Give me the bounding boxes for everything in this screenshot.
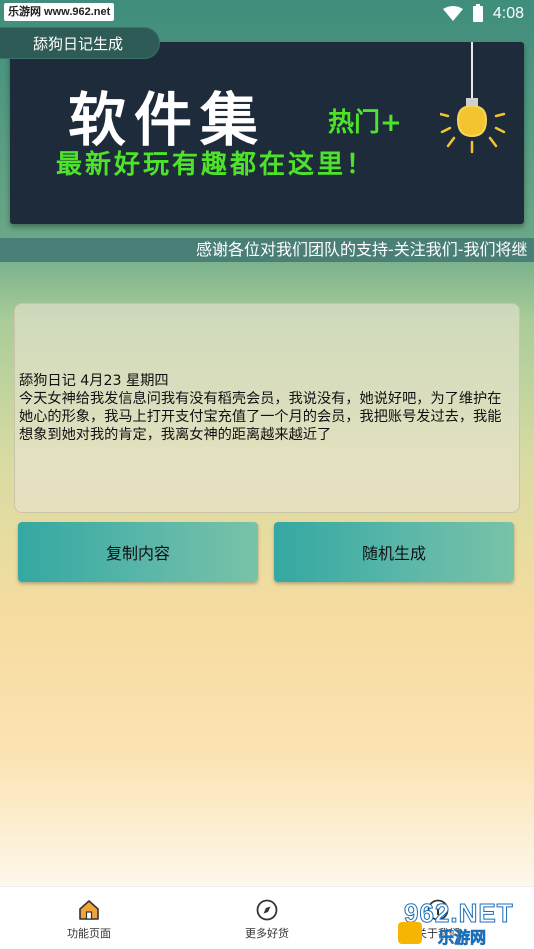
copy-content-button[interactable]: 复制内容 <box>18 522 258 582</box>
watermark-top-text: 乐游网 www.962.net <box>4 3 115 21</box>
marquee-text: 感谢各位对我们团队的支持-关注我们-我们将继 <box>196 240 528 259</box>
random-generate-button[interactable]: 随机生成 <box>274 522 514 582</box>
diary-text: 舔狗日记 4月23 星期四 今天女神给我发信息问我有没有稻壳会员，我说没有，她说… <box>19 373 502 443</box>
watermark-sub-text: 乐游网 <box>438 928 487 948</box>
watermark-bottom: 962.NET 乐游网 <box>394 894 530 948</box>
battery-icon <box>472 4 483 22</box>
diary-text-box[interactable]: 舔狗日记 4月23 星期四 今天女神给我发信息问我有没有稻壳会员，我说没有，她说… <box>14 303 520 513</box>
nav-label-function-page: 功能页面 <box>67 927 111 940</box>
nav-item-more-goods[interactable]: 更多好货 <box>207 887 327 949</box>
home-icon <box>79 900 99 920</box>
banner-title: 软件集 <box>68 86 267 154</box>
wifi-icon <box>442 6 463 22</box>
status-time: 4:08 <box>492 5 524 22</box>
banner-hot-label: 热门+ <box>328 108 402 138</box>
marquee-strip: 感谢各位对我们团队的支持-关注我们-我们将继 <box>0 238 534 262</box>
app-title: 舔狗日记生成 <box>0 27 160 59</box>
status-bar: 乐游网 www.962.net 4:08 <box>0 0 534 28</box>
promo-banner[interactable]: 软件集 热门+ 最新好玩有趣都在这里！ <box>10 42 524 224</box>
nav-label-more-goods: 更多好货 <box>245 927 289 940</box>
nav-item-function-page[interactable]: 功能页面 <box>29 887 149 949</box>
watermark-logo-icon <box>398 922 422 944</box>
banner-subtitle: 最新好玩有趣都在这里！ <box>56 150 376 180</box>
compass-icon <box>256 899 278 921</box>
lightbulb-icon <box>440 42 506 154</box>
status-right: 4:08 <box>442 4 524 24</box>
